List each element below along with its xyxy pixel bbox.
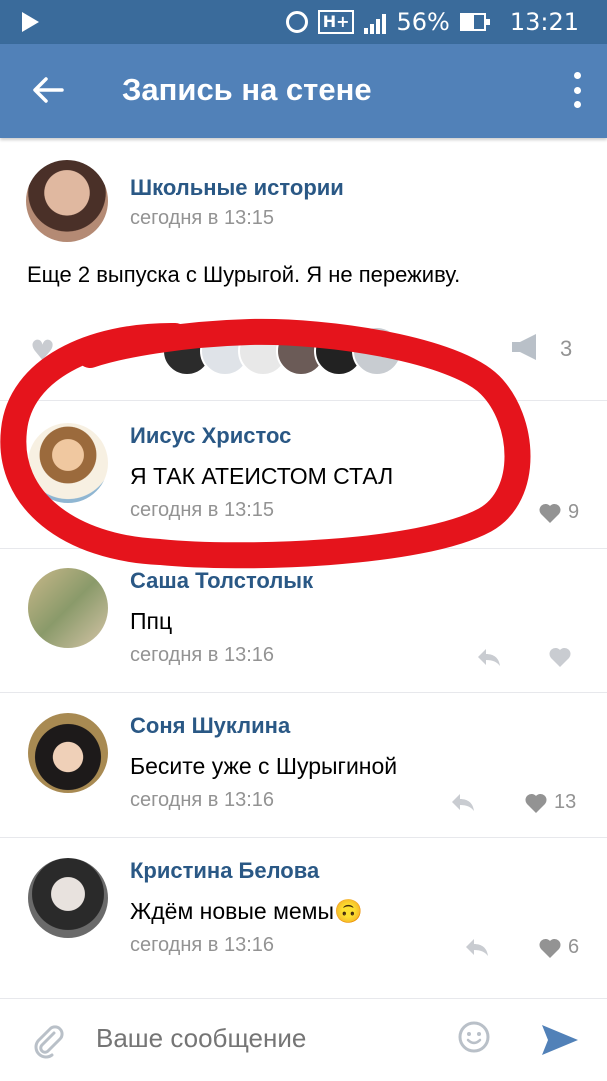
comment-author[interactable]: Иисус Христос [130, 423, 291, 449]
battery-icon [459, 13, 490, 31]
heart-icon [539, 938, 561, 958]
send-icon[interactable] [540, 1023, 580, 1057]
comment-time: сегодня в 13:16 [130, 934, 274, 956]
play-icon [22, 12, 39, 32]
divider [0, 400, 607, 401]
comment-author[interactable]: Соня Шуклина [130, 713, 290, 739]
reply-icon[interactable] [464, 936, 490, 958]
network-type-icon: H+ [317, 10, 355, 34]
post-actions: ♥ 3 [0, 318, 607, 380]
comment-like-button[interactable]: 9 [538, 501, 579, 524]
comment-text: Я ТАК АТЕИСТОМ СТАЛ [130, 463, 394, 489]
comment-item: Саша Толстолык Ппц сегодня в 13:16 [0, 551, 607, 696]
post-author-avatar[interactable] [26, 160, 108, 242]
message-composer [0, 998, 607, 1081]
alarm-icon [285, 11, 308, 33]
message-input[interactable] [96, 1023, 426, 1054]
clock: 13:21 [509, 8, 579, 36]
divider [0, 548, 607, 549]
comment-item: Иисус Христос Я ТАК АТЕИСТОМ СТАЛ сегодн… [0, 406, 607, 551]
comment-text: Ппц [130, 608, 173, 634]
comment-avatar[interactable] [28, 423, 108, 503]
share-count: 3 [560, 336, 573, 361]
comment-avatar[interactable] [28, 568, 108, 648]
comment-like-button[interactable] [548, 646, 578, 668]
share-icon[interactable] [510, 332, 546, 362]
comment-avatar[interactable] [28, 858, 108, 938]
heart-icon [549, 647, 571, 667]
signal-icon [364, 10, 387, 34]
post-text: Еще 2 выпуска с Шурыгой. Я не переживу. [27, 262, 461, 287]
divider [0, 692, 607, 693]
heart-icon [539, 503, 561, 523]
comment-time: сегодня в 13:16 [130, 644, 274, 666]
comment-like-button[interactable]: 6 [538, 936, 579, 959]
comment-item: Соня Шуклина Бесите уже с Шурыгиной сего… [0, 696, 607, 841]
page-title: Запись на стене [122, 72, 372, 107]
like-count: 6 [568, 936, 580, 958]
back-arrow-icon[interactable] [28, 70, 68, 110]
likers-avatars[interactable] [162, 326, 402, 376]
divider [0, 837, 607, 838]
comment-author[interactable]: Кристина Белова [130, 858, 319, 884]
overflow-menu-icon[interactable] [569, 72, 585, 108]
comment-time: сегодня в 13:16 [130, 789, 274, 811]
status-bar: H+ 56% 13:21 [0, 0, 607, 44]
comment-item: Кристина Белова Ждём новые мемы🙃 сегодня… [0, 841, 607, 986]
reply-icon[interactable] [476, 646, 502, 668]
comment-text: Бесите уже с Шурыгиной [130, 753, 398, 779]
comment-avatar[interactable] [28, 713, 108, 793]
comment-time: сегодня в 13:15 [130, 499, 274, 521]
comment-author[interactable]: Саша Толстолык [130, 568, 313, 594]
like-icon[interactable]: ♥ [30, 334, 55, 367]
like-count: 13 [554, 791, 577, 813]
like-count: 9 [568, 501, 580, 523]
emoji-icon[interactable] [458, 1021, 490, 1053]
battery-percent: 56% [396, 8, 450, 36]
paperclip-icon[interactable] [32, 1023, 64, 1059]
heart-icon [525, 793, 547, 813]
comment-text: Ждём новые мемы🙃 [130, 898, 363, 924]
app-bar: Запись на стене [0, 44, 607, 138]
comment-like-button[interactable]: 13 [524, 791, 576, 814]
post-time: сегодня в 13:15 [130, 207, 274, 229]
post-author-name[interactable]: Школьные истории [130, 175, 344, 201]
status-icons: H+ 56% 13:21 [285, 6, 579, 38]
reply-icon[interactable] [450, 791, 476, 813]
